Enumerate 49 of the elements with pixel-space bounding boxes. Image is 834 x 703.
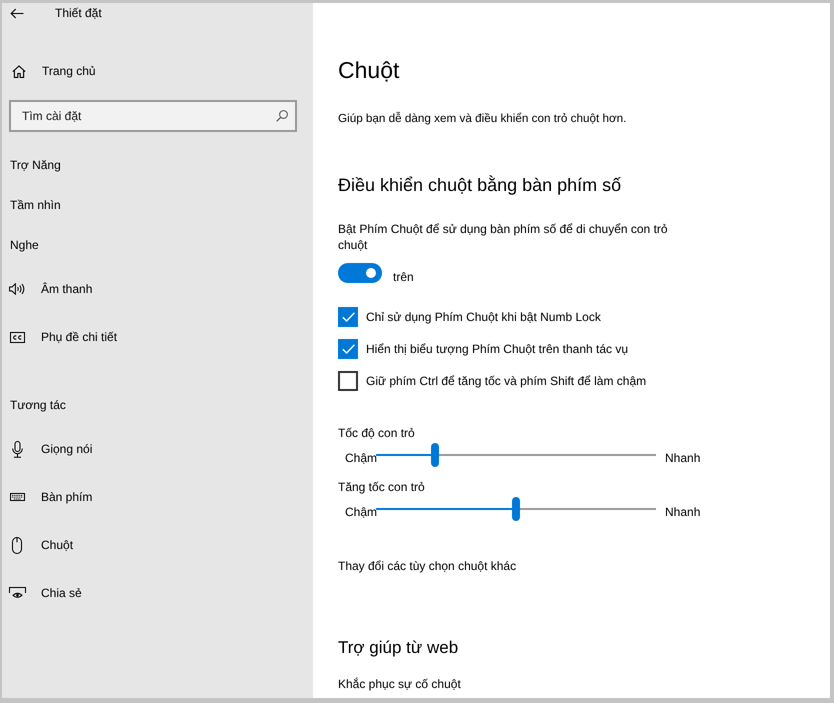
search-field[interactable]: Tìm cài đặt <box>9 100 297 132</box>
sidebar-item[interactable]: Bàn phím <box>8 489 92 505</box>
toggle-state-text: trên <box>393 269 414 285</box>
slider-track[interactable] <box>376 443 656 467</box>
checkbox[interactable] <box>338 307 358 327</box>
closed-captions-icon <box>10 332 24 342</box>
checkbox-label: Chỉ sử dụng Phím Chuột khi bật Numb Lock <box>366 309 601 325</box>
sidebar-item[interactable]: Giọng nói <box>8 440 92 458</box>
page-title: Chuột <box>338 56 400 85</box>
screen-eye-icon <box>8 587 26 599</box>
slider-max-label: Nhanh <box>665 504 700 520</box>
sidebar-item[interactable]: Chia sẻ <box>8 585 82 601</box>
keyboard-icon <box>10 493 24 501</box>
speaker-icon <box>9 283 25 295</box>
mouse-icon <box>12 536 22 554</box>
category-heading: Trợ Năng <box>10 157 61 173</box>
section-heading: Trợ giúp từ web <box>338 637 458 659</box>
sidebar-item[interactable]: Phụ đề chi tiết <box>8 329 118 345</box>
checkbox[interactable] <box>338 371 358 391</box>
checkbox-label: Hiển thị biểu tượng Phím Chuột trên thanh tác vụ <box>366 341 628 357</box>
sidebar-item[interactable]: Chuột <box>8 536 74 554</box>
slider-label: Tăng tốc con trỏ <box>338 479 425 495</box>
setting-description: Bật Phím Chuột để sử dụng bàn phím số để di chuyển con trỏ chuột <box>338 221 668 253</box>
section-heading: Điều khiển chuột bằng bàn phím số <box>338 174 622 197</box>
slider-thumb[interactable] <box>512 497 520 521</box>
back-arrow-icon[interactable] <box>10 8 24 18</box>
section-heading: Tương tác <box>10 397 66 413</box>
window-title: Thiết đặt <box>55 5 102 21</box>
settings-link[interactable]: Thay đổi các tùy chọn chuột khác <box>338 558 516 574</box>
check-icon <box>342 344 354 354</box>
toggle-switch[interactable] <box>338 263 382 283</box>
slider-label: Tốc độ con trỏ <box>338 425 415 441</box>
sidebar-item[interactable]: Âm thanh <box>8 281 92 297</box>
check-icon <box>342 312 354 322</box>
slider-max-label: Nhanh <box>665 450 700 466</box>
checkbox-label: Giữ phím Ctrl để tăng tốc và phím Shift để làm chậm <box>366 373 646 389</box>
home-link[interactable]: Trang chủ <box>12 63 96 79</box>
search-icon[interactable] <box>276 110 288 122</box>
home-icon <box>12 64 26 78</box>
section-heading: Tầm nhìn <box>10 197 61 213</box>
slider-min-label: Chậm <box>345 504 376 520</box>
help-link[interactable]: Khắc phục sự cố chuột <box>338 676 461 692</box>
slider-track[interactable] <box>376 497 656 521</box>
slider-thumb[interactable] <box>430 443 439 467</box>
section-heading: Nghe <box>10 237 39 253</box>
microphone-icon <box>12 440 22 458</box>
page-description: Giúp bạn dễ dàng xem và điều khiển con trỏ chuột hơn. <box>338 111 626 127</box>
slider-min-label: Chậm <box>345 450 376 466</box>
checkbox[interactable] <box>338 339 358 359</box>
